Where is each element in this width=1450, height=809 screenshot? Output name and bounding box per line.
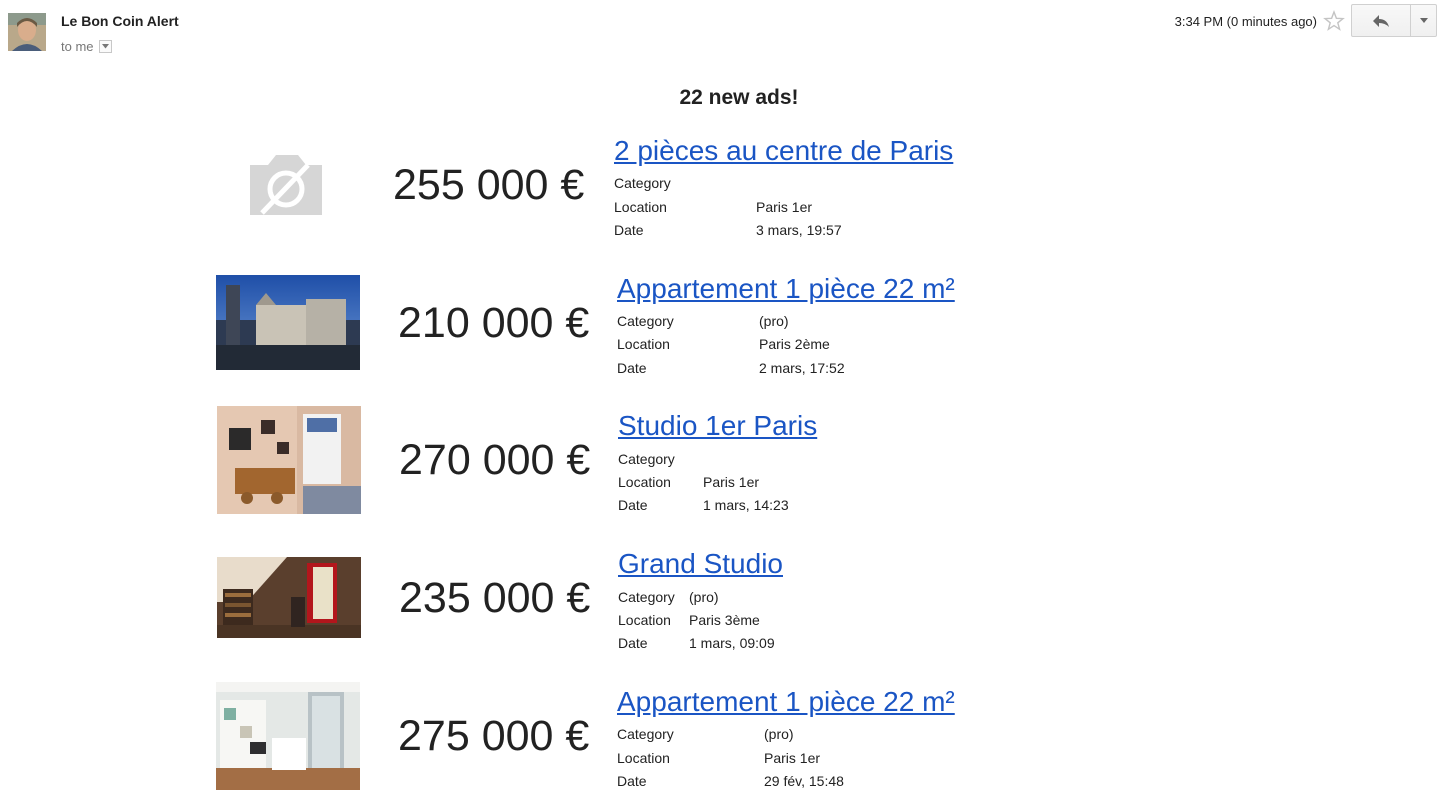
- apartment-photo-image: [217, 557, 361, 638]
- reply-icon: [1373, 14, 1389, 27]
- ad-date-value: 3 mars, 19:57: [756, 222, 842, 238]
- ad-location-value: Paris 3ème: [689, 612, 760, 628]
- ad-title-link[interactable]: 2 pièces au centre de Paris: [614, 135, 953, 167]
- recipient-label: to me: [61, 39, 94, 54]
- ad-category-value: (pro): [764, 726, 794, 742]
- ad-thumbnail[interactable]: [216, 682, 360, 790]
- ad-date-value: 1 mars, 09:09: [689, 635, 775, 651]
- ad-date-label: Date: [614, 222, 644, 238]
- ad-location-label: Location: [617, 750, 670, 766]
- ad-location-label: Location: [618, 612, 671, 628]
- ad-title-link[interactable]: Appartement 1 pièce 22 m²: [617, 686, 955, 718]
- recipient-details-dropdown[interactable]: [98, 40, 112, 53]
- ad-date-label: Date: [617, 360, 647, 376]
- apartment-photo-image: [217, 406, 361, 514]
- email-heading: 22 new ads!: [679, 86, 799, 109]
- ad-title-link[interactable]: Appartement 1 pièce 22 m²: [617, 273, 955, 305]
- ad-thumbnail[interactable]: [217, 557, 361, 638]
- ad-price: 210 000 €: [398, 299, 590, 347]
- ad-category-label: Category: [614, 175, 671, 191]
- more-actions-button[interactable]: [1411, 4, 1437, 37]
- ad-date-value: 2 mars, 17:52: [759, 360, 845, 376]
- ad-price: 255 000 €: [393, 161, 585, 209]
- ad-category-label: Category: [618, 451, 675, 467]
- ad-date-value: 1 mars, 14:23: [703, 497, 789, 513]
- reply-button[interactable]: [1351, 4, 1411, 37]
- ad-category-label: Category: [617, 726, 674, 742]
- email-timestamp: 3:34 PM (0 minutes ago): [1174, 14, 1317, 29]
- ad-location-label: Location: [614, 199, 667, 215]
- apartment-photo-image: [216, 275, 360, 370]
- ad-date-label: Date: [618, 635, 648, 651]
- ad-date-value: 29 fév, 15:48: [764, 773, 844, 789]
- ad-location-label: Location: [618, 474, 671, 490]
- ad-price: 275 000 €: [398, 712, 590, 760]
- chevron-down-icon: [101, 44, 109, 49]
- ad-title-link[interactable]: Grand Studio: [618, 548, 783, 580]
- ad-location-value: Paris 1er: [764, 750, 821, 766]
- ad-thumbnail[interactable]: [216, 275, 360, 370]
- ad-thumbnail-placeholder[interactable]: [248, 151, 324, 217]
- no-photo-icon: [250, 155, 322, 215]
- ad-category-value: (pro): [689, 589, 719, 605]
- ad-location-value: Paris 1er: [756, 199, 813, 215]
- star-icon: [1323, 10, 1345, 31]
- recipient-line: to me: [61, 39, 112, 54]
- star-toggle[interactable]: [1323, 10, 1345, 32]
- ad-location-value: Paris 1er: [703, 474, 760, 490]
- ad-category-label: Category: [617, 313, 674, 329]
- ad-date-label: Date: [617, 773, 647, 789]
- ad-price: 235 000 €: [399, 574, 591, 622]
- sender-avatar[interactable]: [8, 13, 46, 51]
- ad-thumbnail[interactable]: [217, 406, 361, 514]
- ad-title-link[interactable]: Studio 1er Paris: [618, 410, 817, 442]
- ad-category-value: (pro): [759, 313, 789, 329]
- chevron-down-icon: [1419, 18, 1428, 23]
- reply-button-group: [1351, 4, 1437, 37]
- ad-date-label: Date: [618, 497, 648, 513]
- ad-price: 270 000 €: [399, 436, 591, 484]
- ad-location-value: Paris 2ème: [759, 336, 830, 352]
- ad-category-label: Category: [618, 589, 675, 605]
- ad-location-label: Location: [617, 336, 670, 352]
- sender-name[interactable]: Le Bon Coin Alert: [61, 13, 179, 29]
- apartment-photo-image: [216, 682, 360, 790]
